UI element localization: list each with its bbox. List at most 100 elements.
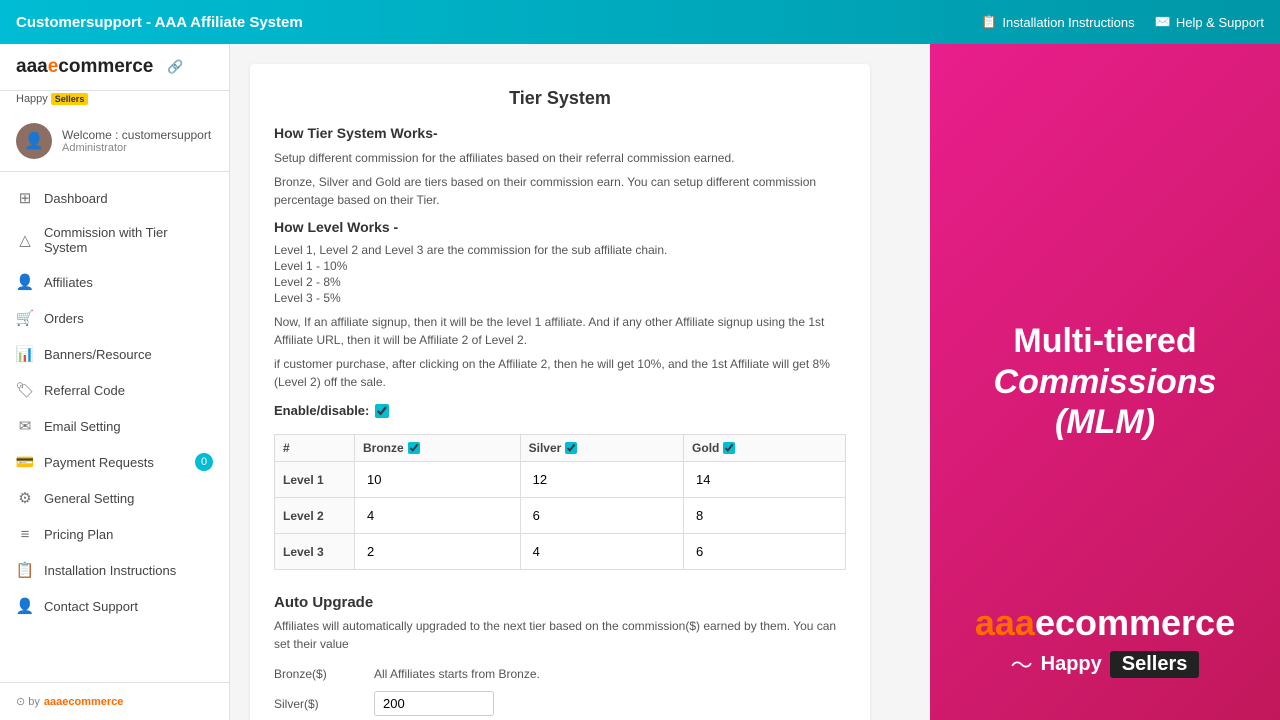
- pricing-icon: ≡: [16, 525, 34, 543]
- level3: Level 3 - 5%: [274, 291, 846, 305]
- sidebar-footer: ⊙ by aaaecommerce: [0, 682, 229, 720]
- tier-heading: How Tier System Works-: [274, 125, 846, 141]
- bronze-checkbox[interactable]: [408, 442, 420, 454]
- sellers-text: Sellers: [1110, 651, 1200, 678]
- now-desc: Now, If an affiliate signup, then it wil…: [274, 313, 846, 349]
- silver-upgrade-row: Silver($): [274, 691, 846, 716]
- silver-l2-input[interactable]: [529, 504, 675, 527]
- gold-checkbox[interactable]: [723, 442, 735, 454]
- footer-prefix: ⊙ by: [16, 695, 40, 708]
- user-info: Welcome : customersupport Administrator: [62, 128, 211, 154]
- contact-icon: 👤: [16, 597, 34, 615]
- sidebar-item-payment[interactable]: 💳 Payment Requests 0: [0, 444, 229, 480]
- mail-icon: ✉️: [1155, 14, 1171, 30]
- tier-desc1: Setup different commission for the affil…: [274, 149, 846, 167]
- th-hash: #: [275, 435, 355, 462]
- affiliates-icon: 👤: [16, 273, 34, 291]
- doc-icon: 📋: [981, 14, 997, 30]
- row3-silver[interactable]: [520, 534, 683, 570]
- row2-silver[interactable]: [520, 498, 683, 534]
- content-card: Tier System How Tier System Works- Setup…: [250, 64, 870, 720]
- general-icon: ⚙: [16, 489, 34, 507]
- table-row: Level 2: [275, 498, 846, 534]
- row1-silver[interactable]: [520, 462, 683, 498]
- gold-l2-input[interactable]: [692, 504, 837, 527]
- row3-label: Level 3: [275, 534, 355, 570]
- sidebar-item-general[interactable]: ⚙ General Setting: [0, 480, 229, 516]
- bronze-upgrade-row: Bronze($) All Affiliates starts from Bro…: [274, 667, 846, 681]
- bronze-label: Bronze($): [274, 667, 354, 681]
- sidebar-item-pricing[interactable]: ≡ Pricing Plan: [0, 516, 229, 552]
- tier-table: # Bronze Silver: [274, 434, 846, 570]
- row1-gold[interactable]: [684, 462, 846, 498]
- tier-icon: △: [16, 231, 34, 249]
- sidebar: aaa e commerce 🔗 Happy Sellers 👤 Welcome…: [0, 44, 230, 720]
- banners-icon: 📊: [16, 345, 34, 363]
- brand-logo: aaa ecommerce 〜 Happy Sellers: [975, 602, 1235, 680]
- level2: Level 2 - 8%: [274, 275, 846, 289]
- sidebar-item-affiliates[interactable]: 👤 Affiliates: [0, 264, 229, 300]
- auto-upgrade-title: Auto Upgrade: [274, 594, 846, 611]
- level-heading: How Level Works -: [274, 219, 846, 235]
- sellers-badge: Sellers: [51, 93, 89, 105]
- th-bronze: Bronze: [355, 435, 521, 462]
- main-content: Tier System How Tier System Works- Setup…: [230, 44, 930, 720]
- installation-instructions-link[interactable]: 📋 Installation Instructions: [981, 14, 1134, 30]
- top-nav: Customersupport - AAA Affiliate System 📋…: [0, 0, 1280, 44]
- sidebar-item-referral[interactable]: 🏷 Referral Code: [0, 372, 229, 408]
- row1-label: Level 1: [275, 462, 355, 498]
- bronze-l2-input[interactable]: [363, 504, 512, 527]
- sidebar-item-email[interactable]: ✉ Email Setting: [0, 408, 229, 444]
- silver-l3-input[interactable]: [529, 540, 675, 563]
- row2-bronze[interactable]: [355, 498, 521, 534]
- gold-l3-input[interactable]: [692, 540, 837, 563]
- tier-desc2: Bronze, Silver and Gold are tiers based …: [274, 173, 846, 209]
- dashboard-icon: ⊞: [16, 189, 34, 207]
- payment-badge: 0: [195, 453, 213, 471]
- bronze-l3-input[interactable]: [363, 540, 512, 563]
- email-icon: ✉: [16, 417, 34, 435]
- footer-link[interactable]: aaaecommerce: [44, 696, 124, 708]
- installation-icon: 📋: [16, 561, 34, 579]
- auto-upgrade-desc: Affiliates will automatically upgraded t…: [274, 617, 846, 653]
- happy-text: Happy: [1041, 653, 1102, 676]
- th-silver: Silver: [520, 435, 683, 462]
- row1-bronze[interactable]: [355, 462, 521, 498]
- sidebar-item-orders[interactable]: 🛒 Orders: [0, 300, 229, 336]
- enable-disable-row: Enable/disable:: [274, 403, 846, 418]
- level-desc: Level 1, Level 2 and Level 3 are the com…: [274, 243, 846, 257]
- th-gold: Gold: [684, 435, 846, 462]
- sidebar-logo: aaa e commerce 🔗: [0, 44, 229, 91]
- sidebar-item-installation[interactable]: 📋 Installation Instructions: [0, 552, 229, 588]
- level1: Level 1 - 10%: [274, 259, 846, 273]
- table-row: Level 1: [275, 462, 846, 498]
- silver-checkbox[interactable]: [565, 442, 577, 454]
- silver-input[interactable]: [374, 691, 494, 716]
- layout: aaa e commerce 🔗 Happy Sellers 👤 Welcome…: [0, 44, 1280, 720]
- card-title: Tier System: [274, 88, 846, 109]
- silver-label: Silver($): [274, 697, 354, 711]
- sidebar-item-commission-tier[interactable]: △ Commission with Tier System: [0, 216, 229, 264]
- row2-label: Level 2: [275, 498, 355, 534]
- referral-icon: 🏷: [16, 381, 34, 399]
- silver-l1-input[interactable]: [529, 468, 675, 491]
- row2-gold[interactable]: [684, 498, 846, 534]
- gold-l1-input[interactable]: [692, 468, 837, 491]
- orders-icon: 🛒: [16, 309, 34, 327]
- payment-icon: 💳: [16, 453, 34, 471]
- help-support-link[interactable]: ✉️ Help & Support: [1155, 14, 1264, 30]
- mlm-title: Multi-tiered Commissions (MLM): [960, 321, 1250, 443]
- nav-items: ⊞ Dashboard △ Commission with Tier Syste…: [0, 172, 229, 632]
- row3-gold[interactable]: [684, 534, 846, 570]
- app-title: Customersupport - AAA Affiliate System: [16, 14, 303, 31]
- external-link-icon[interactable]: 🔗: [167, 59, 183, 75]
- sidebar-user: 👤 Welcome : customersupport Administrato…: [0, 111, 229, 172]
- row3-bronze[interactable]: [355, 534, 521, 570]
- sidebar-item-banners[interactable]: 📊 Banners/Resource: [0, 336, 229, 372]
- if-customer: if customer purchase, after clicking on …: [274, 355, 846, 391]
- sidebar-item-dashboard[interactable]: ⊞ Dashboard: [0, 180, 229, 216]
- sidebar-item-contact[interactable]: 👤 Contact Support: [0, 588, 229, 624]
- enable-checkbox[interactable]: [375, 404, 389, 418]
- bronze-l1-input[interactable]: [363, 468, 512, 491]
- avatar: 👤: [16, 123, 52, 159]
